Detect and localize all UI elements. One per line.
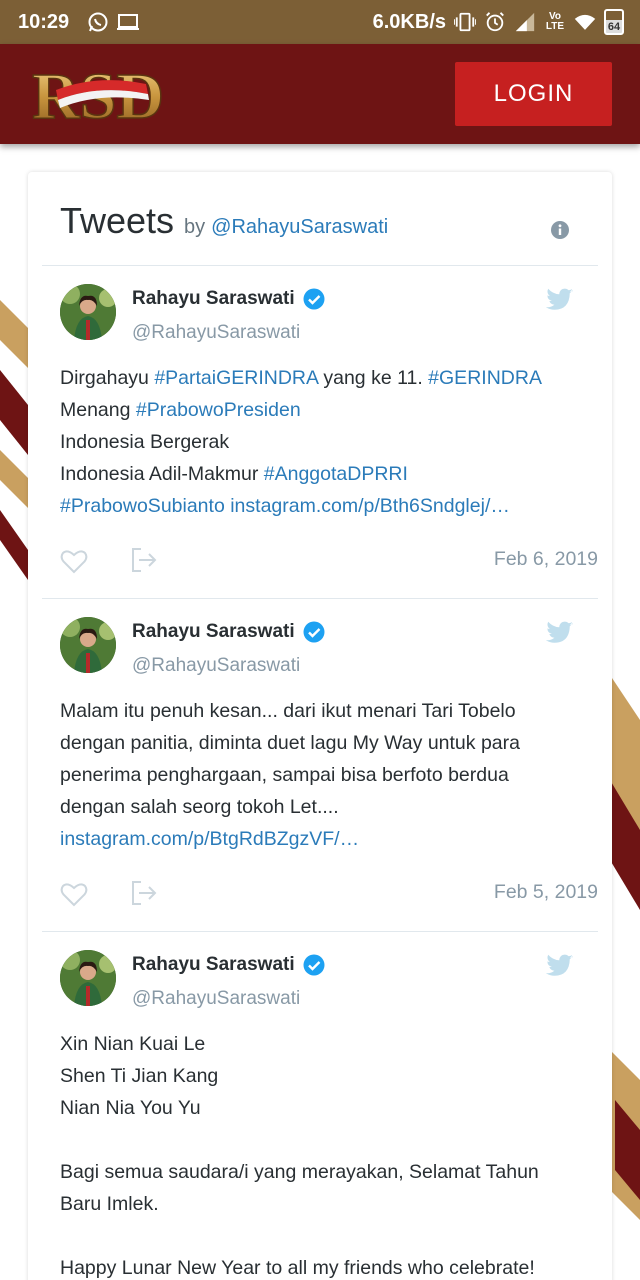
tweet-text: Xin Nian Kuai Le Shen Ti Jian Kang Nian Ni…: [60, 1028, 580, 1280]
hashtag-link[interactable]: #PrabowoSubianto: [60, 495, 225, 517]
twitter-bird-icon[interactable]: [546, 288, 574, 312]
tweet-text: Dirgahayu #PartaiGERINDRA yang ke 11. #G…: [60, 362, 580, 522]
tweet-line: Xin Nian Kuai Le: [60, 1028, 580, 1060]
tweet-line: Happy Lunar New Year to all my friends w…: [60, 1252, 580, 1280]
author-handle[interactable]: @RahayuSaraswati: [132, 988, 300, 1010]
share-icon[interactable]: [130, 879, 158, 907]
tweet-line: Nian Nia You Yu: [60, 1092, 580, 1124]
tweet-line: dengan panitia, diminta duet lagu My Way…: [60, 727, 580, 759]
author-row: Rahayu Saraswati: [132, 954, 325, 976]
widget-by: by: [184, 216, 206, 238]
network-speed: 6.0KB/s: [372, 10, 446, 33]
avatar[interactable]: [60, 284, 116, 340]
tweet-text-segment: dengan salah seorg tokoh Let....: [60, 796, 339, 818]
tweet-line: Shen Ti Jian Kang: [60, 1060, 580, 1092]
tweet-line: Menang #PrabowoPresiden: [60, 394, 580, 426]
tweet-line: penerima penghargaan, sampai bisa berfot…: [60, 759, 580, 791]
verified-badge-icon: [303, 621, 325, 643]
tweet-text-segment: Baru Imlek.: [60, 1193, 159, 1215]
verified-badge-icon: [303, 288, 325, 310]
url-link[interactable]: instagram.com/p/BtgRdBZgzVF/…: [60, 828, 359, 850]
status-bar: 10:29 6.0KB/s Vo LTE 64: [0, 0, 640, 44]
battery-icon: 64: [604, 9, 624, 35]
tweet[interactable]: Rahayu Saraswati @RahayuSaraswati Xin Nian…: [42, 932, 598, 1280]
lte-label: LTE: [545, 21, 565, 32]
tweet[interactable]: Rahayu Saraswati @RahayuSaraswati Malam it…: [42, 599, 598, 931]
like-heart-icon[interactable]: [60, 548, 88, 574]
tweet-text-segment: Menang: [60, 399, 136, 421]
tweet-text-segment: Happy Lunar New Year to all my friends w…: [60, 1257, 535, 1279]
hashtag-link[interactable]: #PrabowoPresiden: [136, 399, 301, 421]
author-row: Rahayu Saraswati: [132, 621, 325, 643]
url-link[interactable]: instagram.com/p/Bth6Sndglej/…: [230, 495, 510, 517]
tweet-line: dengan salah seorg tokoh Let....: [60, 791, 580, 823]
status-time: 10:29: [18, 10, 70, 33]
twitter-bird-icon[interactable]: [546, 954, 574, 978]
widget-handle-link[interactable]: @RahayuSaraswati: [211, 216, 388, 239]
hashtag-link[interactable]: #PartaiGERINDRA: [154, 367, 318, 389]
author-row: Rahayu Saraswati: [132, 288, 325, 310]
author-name[interactable]: Rahayu Saraswati: [132, 954, 295, 976]
tweet-text: Malam itu penuh kesan... dari ikut menar…: [60, 695, 580, 855]
site-logo[interactable]: RSD: [28, 54, 168, 138]
tweet-text-segment: Xin Nian Kuai Le: [60, 1033, 206, 1055]
tweet-text-segment: penerima penghargaan, sampai bisa berfot…: [60, 764, 509, 786]
tweet-line: Indonesia Adil-Makmur #AnggotaDPRRI: [60, 458, 580, 490]
author-name[interactable]: Rahayu Saraswati: [132, 288, 295, 310]
twitter-bird-icon[interactable]: [546, 621, 574, 645]
tweet-actions: Feb 5, 2019: [60, 877, 598, 911]
tweet-text-segment: dengan panitia, diminta duet lagu My Way…: [60, 732, 520, 754]
tweet-actions: Feb 6, 2019: [60, 544, 598, 578]
volte-icon: Vo LTE: [544, 11, 566, 33]
hashtag-link[interactable]: #AnggotaDPRRI: [264, 463, 408, 485]
site-header: RSD LOGIN: [0, 44, 640, 144]
whatsapp-icon: [87, 11, 109, 33]
tweet-line: Bagi semua saudara/i yang merayakan, Sel…: [60, 1156, 580, 1188]
avatar[interactable]: [60, 617, 116, 673]
tweet-text-segment: Dirgahayu: [60, 367, 155, 389]
hashtag-link[interactable]: #GERINDRA: [428, 367, 542, 389]
vibrate-icon: [454, 11, 476, 33]
tweet-text-segment: Indonesia Bergerak: [60, 431, 230, 453]
tweets-widget: Tweets by @RahayuSaraswati Rahayu Sarasw…: [28, 172, 612, 1280]
tweet-line: Baru Imlek.: [60, 1188, 580, 1220]
author-handle[interactable]: @RahayuSaraswati: [132, 322, 300, 344]
tweet-text-segment: yang ke 11.: [317, 367, 429, 389]
widget-header: Tweets by @RahayuSaraswati: [60, 200, 580, 250]
like-heart-icon[interactable]: [60, 881, 88, 907]
signal-icon: [514, 11, 536, 33]
alarm-icon: [484, 11, 506, 33]
info-icon[interactable]: [550, 220, 570, 240]
tweet-line: Indonesia Bergerak: [60, 426, 580, 458]
tweet-text-segment: Bagi semua saudara/i yang merayakan, Sel…: [60, 1161, 539, 1183]
tweet-text-segment: Indonesia Adil-Makmur: [60, 463, 264, 485]
wifi-icon: [574, 11, 596, 33]
tweet-text-segment: Nian Nia You Yu: [60, 1097, 201, 1119]
tweet-line: Dirgahayu #PartaiGERINDRA yang ke 11. #G…: [60, 362, 580, 394]
share-icon[interactable]: [130, 546, 158, 574]
tweet-line: Malam itu penuh kesan... dari ikut menar…: [60, 695, 580, 727]
tweet-text-segment: Malam itu penuh kesan... dari ikut menar…: [60, 700, 516, 722]
author-handle[interactable]: @RahayuSaraswati: [132, 655, 300, 677]
avatar[interactable]: [60, 950, 116, 1006]
tweet-line: #PrabowoSubianto instagram.com/p/Bth6Snd…: [60, 490, 580, 522]
tweet-line: instagram.com/p/BtgRdBZgzVF/…: [60, 823, 580, 855]
tweet-date[interactable]: Feb 5, 2019: [494, 881, 598, 904]
login-button[interactable]: LOGIN: [455, 62, 612, 126]
tweet-date[interactable]: Feb 6, 2019: [494, 548, 598, 571]
tweet[interactable]: Rahayu Saraswati @RahayuSaraswati Dirgahay…: [42, 266, 598, 598]
screen-icon: [117, 11, 140, 33]
author-name[interactable]: Rahayu Saraswati: [132, 621, 295, 643]
widget-title: Tweets: [60, 200, 175, 241]
tweet-text-segment: Shen Ti Jian Kang: [60, 1065, 219, 1087]
verified-badge-icon: [303, 954, 325, 976]
